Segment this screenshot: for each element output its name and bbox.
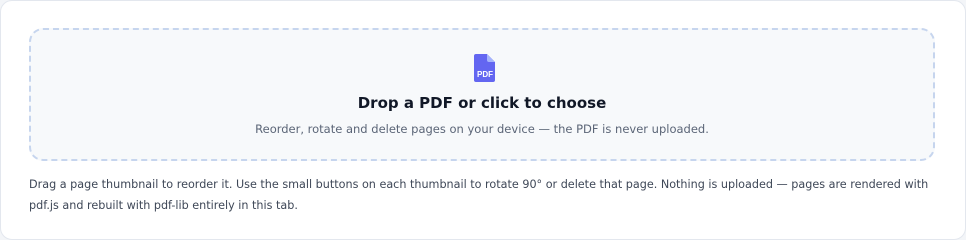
pdf-dropzone[interactable]: PDF Drop a PDF or click to choose Reorde… bbox=[29, 28, 935, 161]
dropzone-title: Drop a PDF or click to choose bbox=[357, 94, 607, 112]
pdf-organizer-card: PDF Drop a PDF or click to choose Reorde… bbox=[0, 0, 966, 240]
help-text: Drag a page thumbnail to reorder it. Use… bbox=[29, 178, 929, 212]
pdf-icon-label: PDF bbox=[477, 70, 493, 79]
pdf-file-icon: PDF bbox=[474, 54, 495, 82]
dropzone-subtitle: Reorder, rotate and delete pages on your… bbox=[255, 122, 709, 136]
